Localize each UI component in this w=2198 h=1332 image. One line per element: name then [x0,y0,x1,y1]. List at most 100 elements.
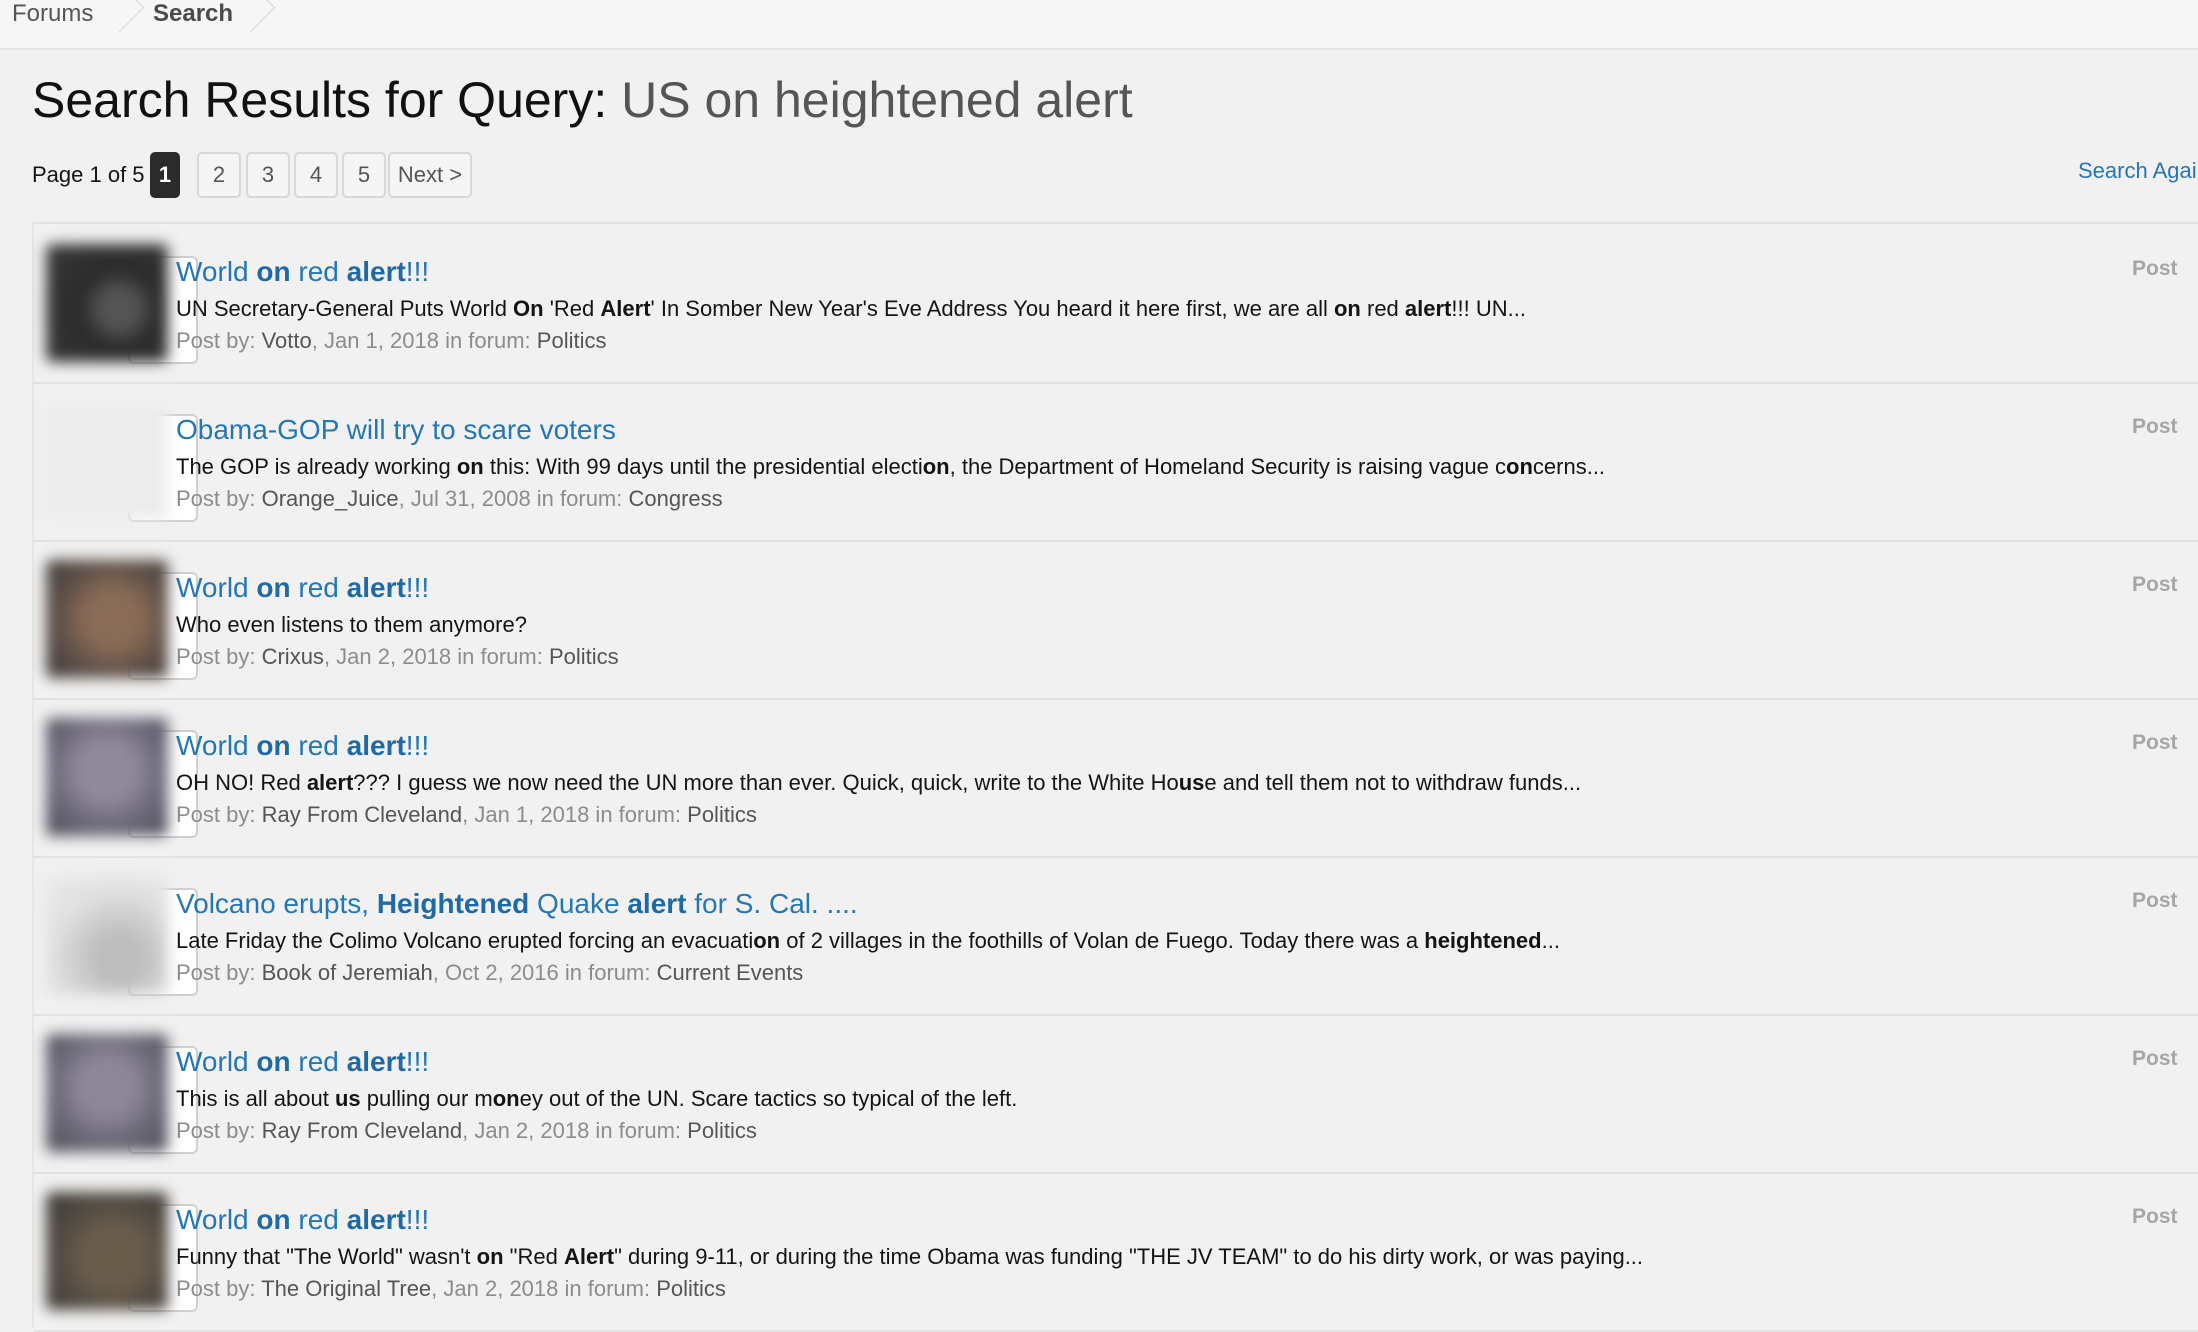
result-title-link[interactable]: World on red alert!!! [176,254,429,290]
highlighted-term: Alert [600,296,651,321]
breadcrumb-current: Search [153,0,234,27]
avatar[interactable] [46,876,168,994]
highlighted-term: on [1333,296,1361,321]
highlighted-term: on [492,1086,520,1111]
avatar[interactable] [46,718,168,836]
post-date: , Jan 2, 2018 in forum: [431,1276,657,1301]
post-date: , Jan 2, 2018 in forum: [462,1118,688,1143]
search-result-item: World on red alert!!! UN Secretary-Gener… [34,224,2198,384]
author-link[interactable]: Ray From Cleveland [262,1118,463,1143]
highlighted-term: us [334,1086,361,1111]
forum-link[interactable]: Politics [687,1118,757,1143]
author-link[interactable]: Ray From Cleveland [262,802,463,827]
highlighted-term: alert [346,572,406,603]
result-snippet: UN Secretary-General Puts World On 'Red … [176,296,1526,321]
post-by-label: Post by: [176,486,262,511]
page-link-4[interactable]: 4 [294,152,338,198]
author-link[interactable]: Votto [262,328,312,353]
next-page-button[interactable]: Next > [388,152,472,198]
highlighted-term: on [256,1204,291,1235]
search-result-item: World on red alert!!! OH NO! Red alert??… [34,698,2198,858]
search-query: US on heightened alert [621,72,1133,128]
breadcrumb: Forums Search [0,0,2198,50]
highlighted-term: alert [346,256,406,287]
page-title-prefix: Search Results for Query: [32,72,608,128]
post-date: , Jan 1, 2018 in forum: [462,802,688,827]
author-link[interactable]: The Original Tree [261,1276,431,1301]
content-type-label: Post [2132,415,2178,438]
breadcrumb-forums-link[interactable]: Forums [12,0,93,48]
post-by-label: Post by: [176,1276,262,1301]
highlighted-term: us [1178,770,1205,795]
content-type-label: Post [2132,1047,2178,1070]
avatar[interactable] [46,244,168,362]
post-by-label: Post by: [176,960,262,985]
search-again-link[interactable]: Search Again [2078,156,2198,186]
avatar[interactable] [46,402,168,520]
forum-link[interactable]: Politics [537,328,607,353]
forum-link[interactable]: Congress [628,486,722,511]
highlighted-term: on [922,454,950,479]
highlighted-term: alert [346,730,406,761]
avatar[interactable] [46,1192,168,1310]
page-count-label: Page 1 of 5 [32,162,145,187]
highlighted-term: alert [346,1046,406,1077]
highlighted-term: alert [346,1204,406,1235]
highlighted-term: on [256,572,291,603]
forum-link[interactable]: Politics [687,802,757,827]
highlighted-term: heightened [1424,928,1542,953]
result-title-link[interactable]: World on red alert!!! [176,728,429,764]
highlighted-term: alert [1404,296,1452,321]
search-result-item: World on red alert!!! This is all about … [34,1014,2198,1174]
forum-link[interactable]: Current Events [657,960,804,985]
highlighted-term: on [753,928,781,953]
result-meta: Post by: The Original Tree, Jan 2, 2018 … [176,1274,726,1304]
highlighted-term: Alert [563,1244,615,1269]
search-results-list: World on red alert!!! UN Secretary-Gener… [32,222,2198,1332]
result-meta: Post by: Ray From Cleveland, Jan 2, 2018… [176,1116,757,1146]
forum-link[interactable]: Politics [656,1276,726,1301]
page-link-3[interactable]: 3 [246,152,290,198]
search-result-item: World on red alert!!! Funny that "The Wo… [34,1172,2198,1332]
result-meta: Post by: Ray From Cleveland, Jan 1, 2018… [176,800,757,830]
author-link[interactable]: Crixus [262,644,324,669]
page-link-1[interactable]: 1 [150,152,180,198]
highlighted-term: Heightened [376,888,530,919]
result-snippet: Late Friday the Colimo Volcano erupted f… [176,928,1560,953]
result-snippet: OH NO! Red alert??? I guess we now need … [176,770,1582,795]
search-result-item: World on red alert!!! Who even listens t… [34,540,2198,700]
result-title-link[interactable]: World on red alert!!! [176,1044,429,1080]
content-type-label: Post [2132,257,2178,280]
breadcrumb-separator-icon [225,0,276,33]
result-snippet: Funny that "The World" wasn't on "Red Al… [176,1244,1644,1269]
content-type-label: Post [2132,889,2178,912]
result-snippet: Who even listens to them anymore? [176,612,527,637]
author-link[interactable]: Book of Jeremiah [262,960,433,985]
avatar[interactable] [46,1034,168,1152]
page-title: Search Results for Query: US on heighten… [32,70,1133,130]
avatar[interactable] [46,560,168,678]
post-by-label: Post by: [176,644,262,669]
content-type-label: Post [2132,573,2178,596]
forum-link[interactable]: Politics [549,644,619,669]
result-meta: Post by: Book of Jeremiah, Oct 2, 2016 i… [176,958,803,988]
post-date: , Jul 31, 2008 in forum: [398,486,629,511]
highlighted-term: alert [306,770,354,795]
highlighted-term: on [256,730,291,761]
author-link[interactable]: Orange_Juice [262,486,399,511]
post-by-label: Post by: [176,802,262,827]
page-link-2[interactable]: 2 [197,152,241,198]
post-by-label: Post by: [176,1118,262,1143]
content-type-label: Post [2132,731,2178,754]
highlighted-term: on [476,1244,504,1269]
page-link-5[interactable]: 5 [342,152,386,198]
post-date: , Jan 1, 2018 in forum: [311,328,537,353]
result-title-link[interactable]: World on red alert!!! [176,570,429,606]
result-meta: Post by: Orange_Juice, Jul 31, 2008 in f… [176,484,723,514]
result-title-link[interactable]: Obama-GOP will try to scare voters [176,412,616,448]
result-title-link[interactable]: Volcano erupts, Heightened Quake alert f… [176,886,858,922]
content-type-label: Post [2132,1205,2178,1228]
result-title-link[interactable]: World on red alert!!! [176,1202,429,1238]
highlighted-term: on [256,256,291,287]
post-date: , Jan 2, 2018 in forum: [323,644,549,669]
